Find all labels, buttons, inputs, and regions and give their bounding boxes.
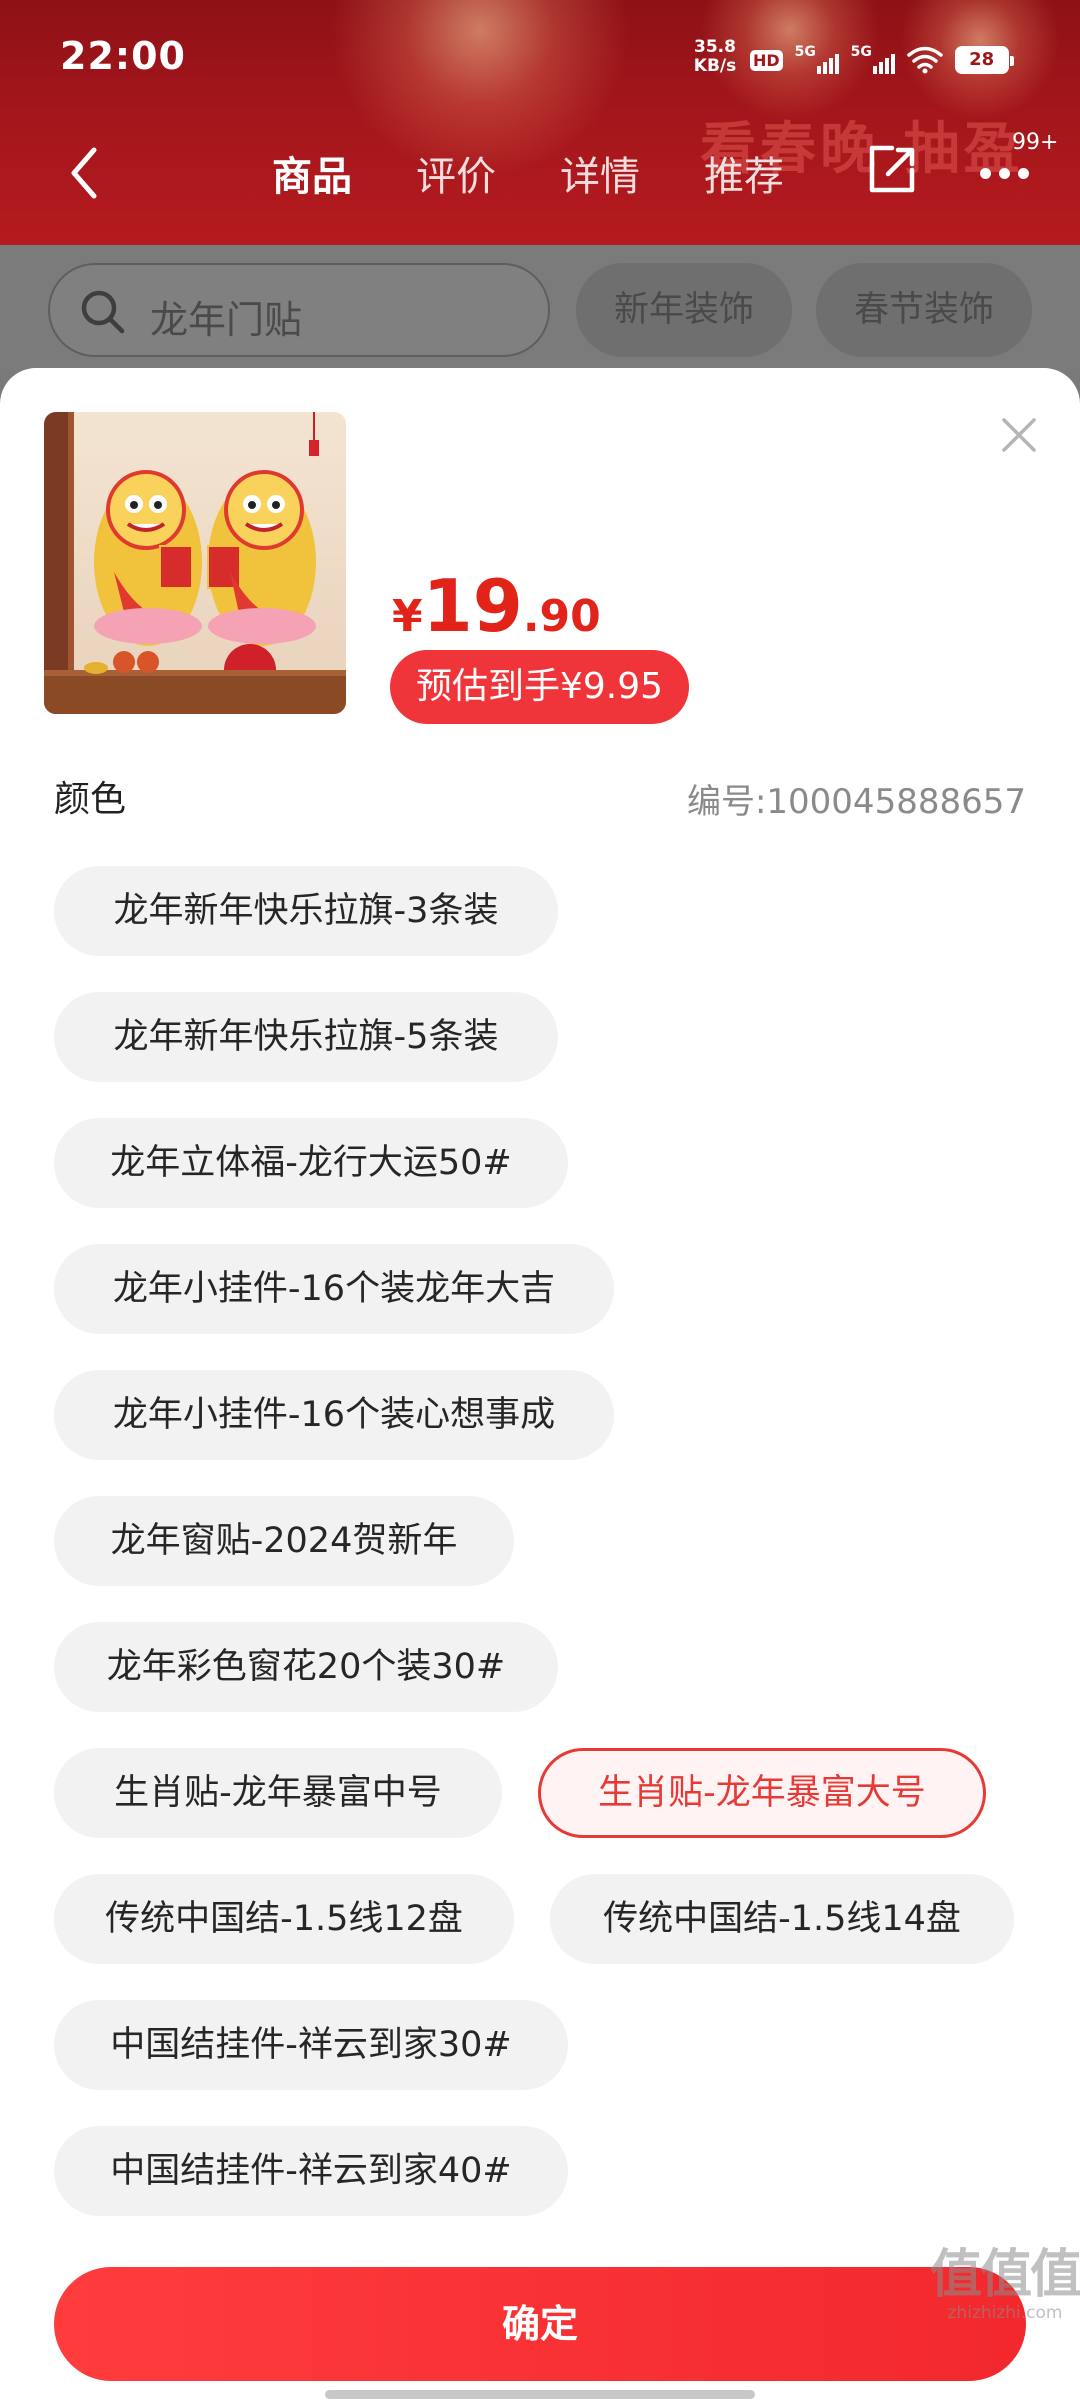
spec-option[interactable]: 龙年小挂件-16个装心想事成	[54, 1370, 614, 1460]
close-icon[interactable]	[994, 410, 1044, 460]
sku-number: 编号:100045888657	[686, 782, 1026, 822]
spec-option[interactable]: 传统中国结-1.5线12盘	[54, 1874, 514, 1964]
home-indicator[interactable]	[325, 2390, 755, 2399]
tab-product[interactable]: 商品	[272, 144, 416, 202]
tab-recommend[interactable]: 推荐	[704, 144, 848, 202]
nav-tabs: 商品 评价 详情 推荐	[272, 144, 848, 202]
network-speed: 35.8 KB/s	[693, 37, 737, 76]
signal-icon: 5G	[795, 44, 839, 76]
signal-icon-2: 5G	[851, 44, 895, 76]
search-icon	[81, 290, 125, 334]
search-chip-new-year-decor[interactable]: 新年装饰	[576, 263, 792, 357]
search-chip-spring-festival-decor[interactable]: 春节装饰	[816, 263, 1032, 357]
spec-option[interactable]: 中国结挂件-祥云到家30#	[54, 2000, 568, 2090]
spec-option[interactable]: 龙年立体福-龙行大运50#	[54, 1118, 568, 1208]
watermark-logo: 值值值 zhizhizhi.com	[930, 2245, 1080, 2323]
clock: 22:00	[60, 34, 186, 78]
search-input[interactable]: 龙年门贴	[48, 263, 550, 357]
more-badge: 99+	[1012, 130, 1059, 155]
tab-details[interactable]: 详情	[560, 144, 704, 202]
back-icon[interactable]	[60, 138, 110, 208]
share-icon[interactable]	[862, 140, 922, 200]
battery-icon: 28	[954, 46, 1014, 74]
more-icon[interactable]	[980, 164, 1040, 184]
wifi-icon	[906, 46, 943, 74]
search-row: 龙年门贴 新年装饰 春节装饰	[0, 245, 1080, 370]
spec-option[interactable]: 龙年新年快乐拉旗-5条装	[54, 992, 558, 1082]
confirm-button[interactable]: 确定	[54, 2267, 1026, 2381]
status-icons: HD 5G 5G 28	[750, 40, 1014, 80]
product-price: ¥19.90	[392, 564, 601, 648]
product-thumbnail[interactable]	[44, 412, 346, 714]
spec-option[interactable]: 龙年小挂件-16个装龙年大吉	[54, 1244, 614, 1334]
spec-option[interactable]: 龙年窗贴-2024贺新年	[54, 1496, 514, 1586]
estimated-price-badge: 预估到手¥9.95	[390, 650, 690, 724]
spec-option[interactable]: 传统中国结-1.5线14盘	[550, 1874, 1014, 1964]
spec-option[interactable]: 龙年新年快乐拉旗-3条装	[54, 866, 558, 956]
spec-section-title: 颜色	[54, 779, 127, 820]
hd-icon: HD	[750, 49, 783, 71]
spec-option[interactable]: 中国结挂件-祥云到家40#	[54, 2126, 568, 2216]
product-nav-bar: 商品 评价 详情 推荐 99+	[0, 118, 1080, 228]
tab-reviews[interactable]: 评价	[416, 144, 560, 202]
spec-option[interactable]: 生肖贴-龙年暴富中号	[54, 1748, 502, 1838]
spec-selection-sheet: ¥19.90 预估到手¥9.95 颜色 编号:100045888657 龙年新年…	[0, 368, 1080, 2400]
search-query: 龙年门贴	[150, 298, 303, 342]
status-bar: 22:00 35.8 KB/s HD 5G 5G 28	[0, 0, 1080, 118]
spec-option-selected[interactable]: 生肖贴-龙年暴富大号	[538, 1748, 986, 1838]
page-header: 看春晚 抽盈 22:00 35.8 KB/s HD 5G 5G 28 商品 评价…	[0, 0, 1080, 245]
spec-option[interactable]: 龙年彩色窗花20个装30#	[54, 1622, 558, 1712]
